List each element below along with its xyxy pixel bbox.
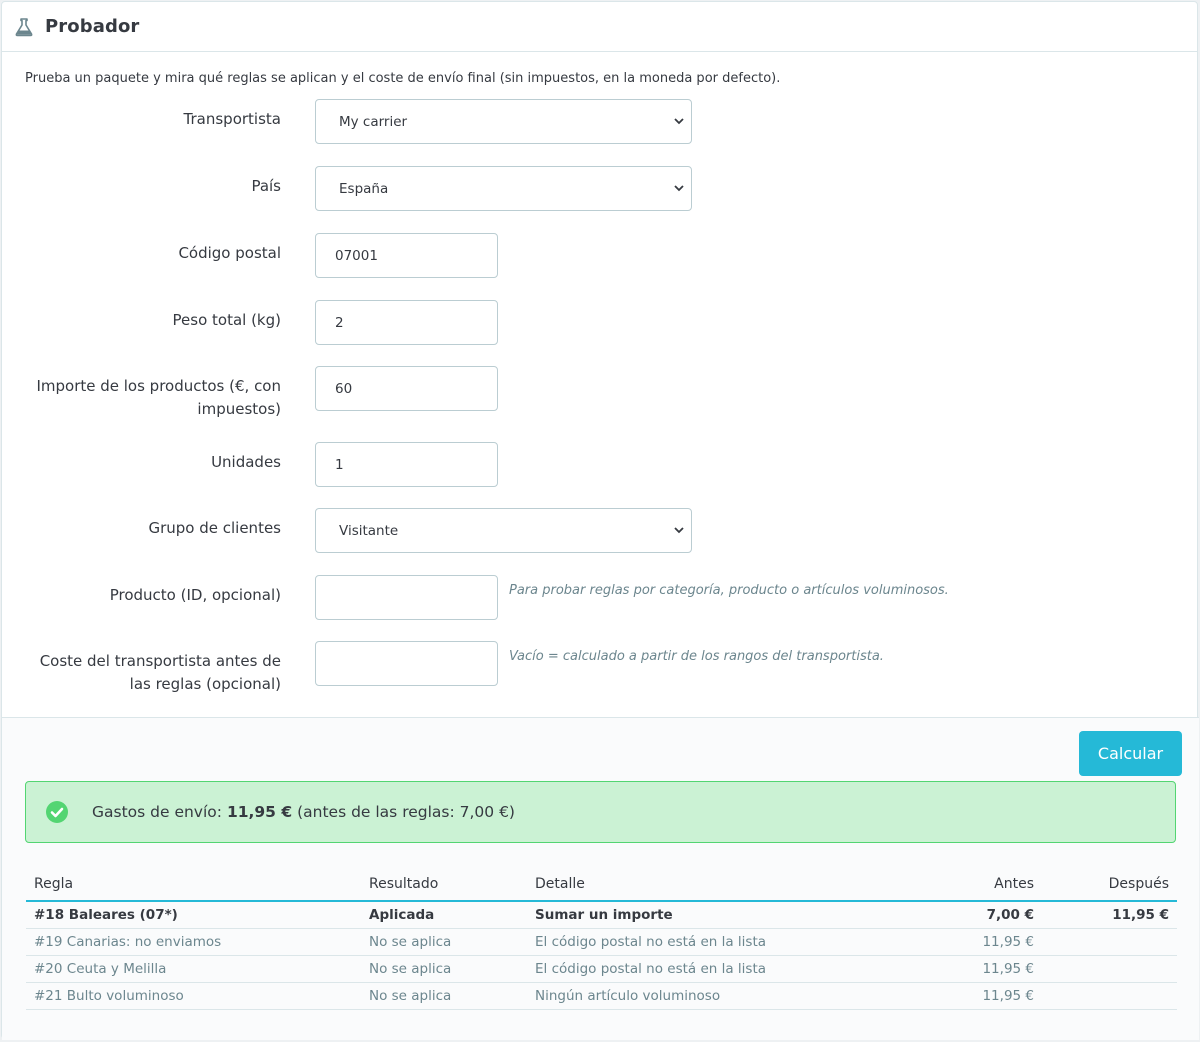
postcode-input[interactable]: 07001	[315, 233, 498, 278]
base-cost-help-text: Vacío = calculado a partir de los rangos…	[509, 649, 884, 664]
country-select[interactable]: España	[315, 166, 692, 211]
result-alert: Gastos de envío: 11,95 € (antes de las r…	[25, 781, 1176, 843]
amount-label-line1: Importe de los productos (€, con	[36, 377, 281, 395]
country-label: País	[251, 177, 281, 195]
result-total: 11,95 €	[226, 803, 293, 821]
col-before-header: Antes	[907, 868, 1042, 902]
postcode-input-value: 07001	[335, 247, 378, 264]
after-cell	[1042, 928, 1177, 956]
amount-label-line2: impuestos)	[197, 400, 281, 418]
detail-cell: El código postal no está en la lista	[527, 928, 907, 956]
weight-input-value: 2	[335, 314, 344, 331]
chevron-down-icon	[674, 118, 684, 125]
after-cell: 11,95 €	[1042, 901, 1177, 929]
product-input[interactable]	[315, 575, 498, 620]
chevron-down-icon	[674, 527, 684, 534]
weight-label: Peso total (kg)	[172, 311, 281, 329]
tester-panel: Probador Prueba un paquete y mira qué re…	[0, 1, 1199, 1040]
intro-text: Prueba un paquete y mira qué reglas se a…	[25, 71, 781, 86]
weight-input[interactable]: 2	[315, 300, 498, 345]
result-cell: No se aplica	[361, 955, 527, 983]
table-row: #19 Canarias: no enviamos No se aplica E…	[26, 928, 1177, 956]
chevron-down-icon	[674, 185, 684, 192]
product-label: Producto (ID, opcional)	[109, 586, 281, 604]
customer-group-select-value: Visitante	[339, 522, 399, 539]
before-cell: 11,95 €	[907, 928, 1042, 956]
result-cell: No se aplica	[361, 982, 527, 1010]
before-cell: 11,95 €	[907, 982, 1042, 1010]
result-suffix: (antes de las reglas: 7,00 €)	[297, 803, 515, 821]
units-label: Unidades	[211, 453, 281, 471]
panel-title: Probador	[45, 16, 140, 37]
rule-cell: #21 Bulto voluminoso	[26, 982, 361, 1010]
customer-group-label: Grupo de clientes	[148, 519, 281, 537]
amount-input-value: 60	[335, 380, 353, 397]
units-input-value: 1	[335, 456, 344, 473]
amount-input[interactable]: 60	[315, 366, 498, 411]
country-select-value: España	[339, 180, 389, 197]
carrier-select[interactable]: My carrier	[315, 99, 692, 144]
base-cost-input[interactable]	[315, 641, 498, 686]
rules-table: Regla Resultado Detalle Antes Después #1…	[26, 868, 1177, 1010]
rule-cell: #18 Baleares (07*)	[26, 901, 361, 929]
amount-label: Importe de los productos (€, con impuest…	[0, 375, 281, 421]
result-cell: No se aplica	[361, 928, 527, 956]
after-cell	[1042, 982, 1177, 1010]
table-row: #21 Bulto voluminoso No se aplica Ningún…	[26, 982, 1177, 1010]
carrier-label: Transportista	[183, 110, 281, 128]
customer-group-select[interactable]: Visitante	[315, 508, 692, 553]
before-cell: 11,95 €	[907, 955, 1042, 983]
base-cost-label-line1: Coste del transportista antes de	[39, 652, 281, 670]
calculate-button[interactable]: Calcular	[1079, 731, 1182, 776]
table-header-row: Regla Resultado Detalle Antes Después	[26, 868, 1177, 902]
result-prefix: Gastos de envío:	[92, 803, 222, 821]
base-cost-label: Coste del transportista antes de las reg…	[0, 650, 281, 696]
rule-cell: #20 Ceuta y Melilla	[26, 955, 361, 983]
table-row: #20 Ceuta y Melilla No se aplica El códi…	[26, 955, 1177, 983]
col-result-header: Resultado	[361, 868, 527, 902]
rule-cell: #19 Canarias: no enviamos	[26, 928, 361, 956]
detail-cell: Ningún artículo voluminoso	[527, 982, 907, 1010]
check-circle-icon	[46, 801, 68, 823]
detail-cell: El código postal no está en la lista	[527, 955, 907, 983]
result-cell: Aplicada	[361, 901, 527, 929]
flask-icon	[15, 17, 33, 36]
col-after-header: Después	[1042, 868, 1177, 902]
base-cost-label-line2: las reglas (opcional)	[129, 675, 281, 693]
col-detail-header: Detalle	[527, 868, 907, 902]
postcode-label: Código postal	[178, 244, 281, 262]
table-row: #18 Baleares (07*) Aplicada Sumar un imp…	[26, 901, 1177, 929]
detail-cell: Sumar un importe	[527, 901, 907, 929]
units-input[interactable]: 1	[315, 442, 498, 487]
before-cell: 7,00 €	[907, 901, 1042, 929]
product-help-text: Para probar reglas por categoría, produc…	[509, 583, 949, 598]
panel-heading: Probador	[2, 2, 1197, 52]
col-rule-header: Regla	[26, 868, 361, 902]
after-cell	[1042, 955, 1177, 983]
carrier-select-value: My carrier	[339, 113, 408, 130]
